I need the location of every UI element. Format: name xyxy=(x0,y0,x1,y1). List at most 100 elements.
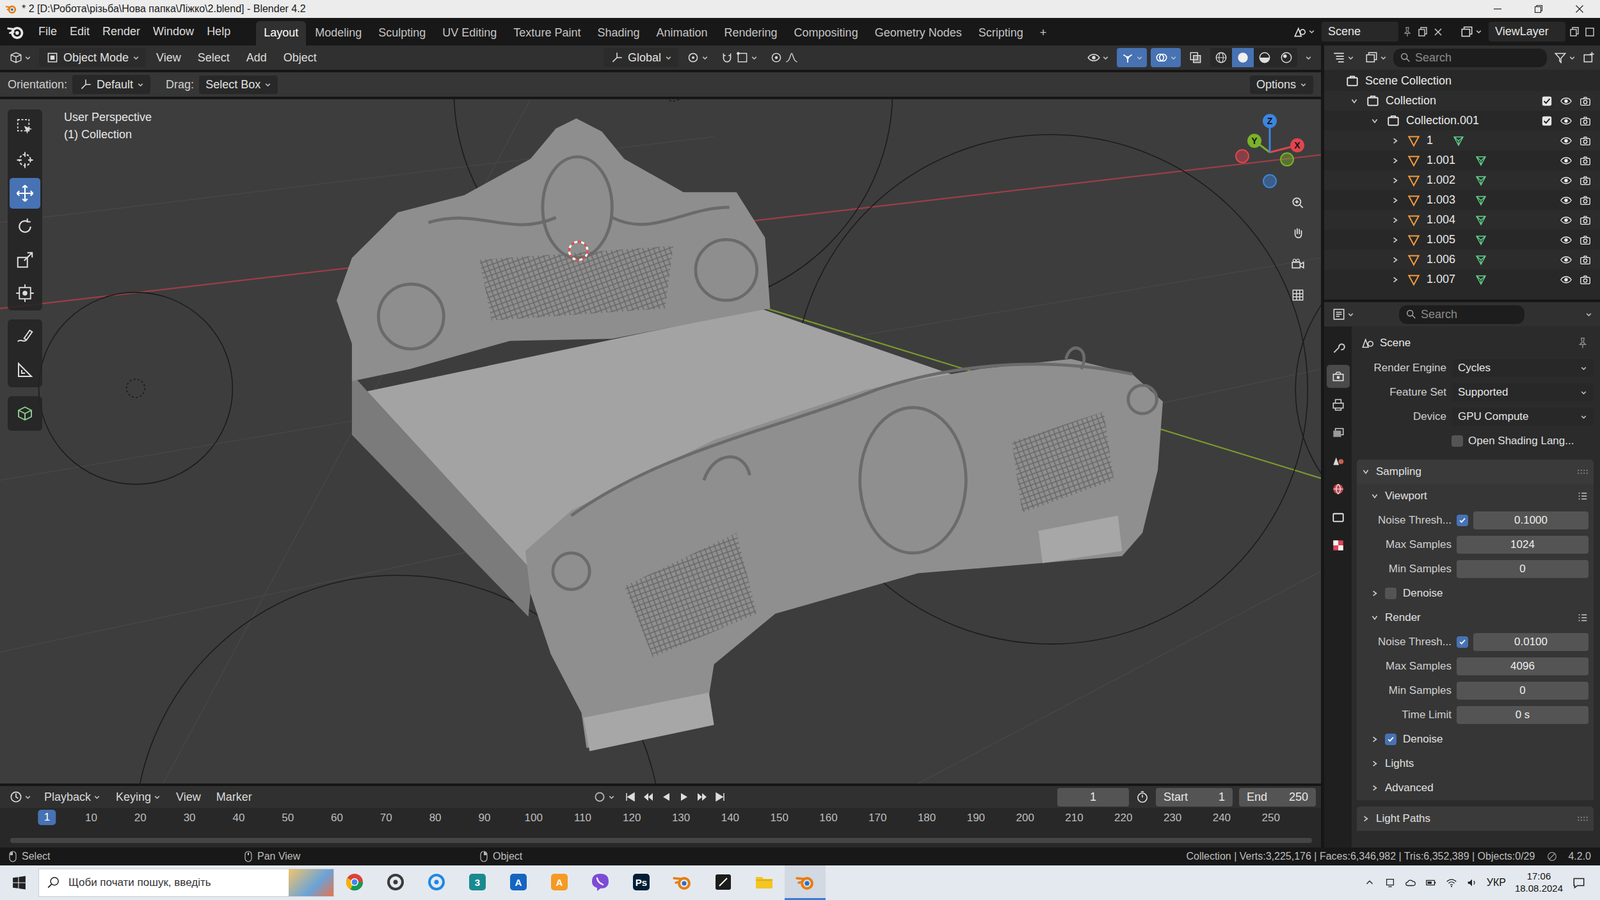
new-collection-icon[interactable] xyxy=(1582,50,1597,65)
number-field[interactable]: 0.0100 xyxy=(1473,632,1589,651)
property-dropdown[interactable]: GPU Compute xyxy=(1451,407,1594,426)
expand-arrow-icon[interactable] xyxy=(1391,136,1400,145)
render-camera-icon[interactable] xyxy=(1579,214,1592,226)
properties-search-field[interactable]: Search xyxy=(1399,305,1525,324)
subpanel-header[interactable]: Denoise xyxy=(1361,727,1589,752)
taskbar-app[interactable] xyxy=(334,865,376,900)
mesh-data-icon[interactable] xyxy=(1452,134,1465,148)
checkbox[interactable] xyxy=(1384,733,1397,745)
number-field[interactable]: 0.1000 xyxy=(1473,511,1589,530)
timeline-scrollbar[interactable] xyxy=(10,837,1312,843)
taskbar-app[interactable]: A xyxy=(538,865,580,900)
workspace-tab[interactable]: Sculpting xyxy=(370,21,434,46)
zoom-button[interactable] xyxy=(1283,188,1312,217)
tool-button[interactable] xyxy=(9,398,41,429)
wifi-icon[interactable] xyxy=(1445,876,1458,889)
current-frame-field[interactable]: 1 xyxy=(1057,787,1129,807)
scene-name-field[interactable]: Scene xyxy=(1321,21,1399,42)
render-camera-icon[interactable] xyxy=(1579,154,1592,167)
mesh-data-icon[interactable] xyxy=(1474,193,1488,207)
properties-tab[interactable] xyxy=(1326,477,1350,501)
presets-list-icon[interactable] xyxy=(1576,490,1589,502)
cloud-icon[interactable] xyxy=(1404,876,1417,889)
taskbar-app[interactable]: A xyxy=(497,865,539,900)
expand-arrow-icon[interactable] xyxy=(1370,117,1379,125)
taskbar-app[interactable] xyxy=(702,865,744,900)
expand-arrow-icon[interactable] xyxy=(1391,275,1400,284)
workspace-tab[interactable]: Layout xyxy=(256,21,306,46)
tool-button[interactable] xyxy=(9,244,41,276)
close-button[interactable] xyxy=(1559,0,1600,18)
transform-orientation-dropdown[interactable]: Global xyxy=(603,48,679,68)
chevron-up-icon[interactable] xyxy=(1363,876,1376,889)
expand-arrow-icon[interactable] xyxy=(1391,216,1400,224)
options-dropdown[interactable]: Options xyxy=(1249,75,1314,95)
tool-button[interactable] xyxy=(9,177,41,209)
blender-logo-icon[interactable] xyxy=(6,23,25,41)
exclude-checkbox-icon[interactable] xyxy=(1541,95,1553,107)
properties-tab[interactable] xyxy=(1326,505,1350,529)
checkbox[interactable] xyxy=(1451,435,1464,447)
properties-tab[interactable] xyxy=(1326,364,1350,388)
viewport-menu-item[interactable]: Object xyxy=(277,48,324,68)
mesh-data-icon[interactable] xyxy=(1474,253,1488,267)
viewport-toggle[interactable] xyxy=(1150,48,1181,68)
number-field[interactable]: 1024 xyxy=(1456,535,1589,554)
scene-browse-button[interactable] xyxy=(1288,22,1320,42)
notifications-icon[interactable] xyxy=(1571,875,1586,890)
playhead-frame[interactable]: 1 xyxy=(38,809,56,825)
viewport-toggle[interactable] xyxy=(1082,48,1113,68)
eye-icon[interactable] xyxy=(1560,194,1572,207)
properties-tab[interactable] xyxy=(1326,533,1350,557)
battery-icon[interactable] xyxy=(1425,876,1437,889)
tool-button[interactable] xyxy=(9,144,41,176)
workspace-tab[interactable]: Compositing xyxy=(786,21,866,46)
viewport-menu-item[interactable]: View xyxy=(149,48,188,68)
proportional-edit-button[interactable] xyxy=(765,48,803,68)
end-frame-field[interactable]: End250 xyxy=(1239,787,1316,807)
drag-dropdown[interactable]: Select Box xyxy=(199,75,278,95)
navigation-gizmo[interactable]: XYZ xyxy=(1224,107,1315,198)
viewport-menu-item[interactable]: Select xyxy=(191,48,237,68)
properties-tab[interactable] xyxy=(1326,421,1350,445)
unlink-icon[interactable] xyxy=(1583,25,1597,39)
panel-header[interactable]: Sampling xyxy=(1361,459,1589,484)
search-highlight-image[interactable] xyxy=(288,869,334,896)
bed-model[interactable] xyxy=(336,118,1163,751)
pin-icon[interactable] xyxy=(1575,336,1590,351)
property-dropdown[interactable]: Cycles xyxy=(1451,359,1594,377)
render-camera-icon[interactable] xyxy=(1579,115,1592,127)
perspective-toggle-button[interactable] xyxy=(1283,280,1312,310)
duplicate-icon[interactable] xyxy=(1416,25,1430,39)
outliner-row[interactable]: 1.006 xyxy=(1324,249,1600,270)
eye-icon[interactable] xyxy=(1560,95,1572,107)
checkbox[interactable] xyxy=(1456,514,1469,527)
view-layer-browse-button[interactable] xyxy=(1456,22,1487,42)
editor-type-button[interactable] xyxy=(1328,48,1359,68)
duplicate-icon[interactable] xyxy=(1568,25,1581,39)
outliner-row[interactable]: 1.002 xyxy=(1324,170,1600,191)
timeline-menu-item[interactable]: Marker xyxy=(209,788,259,806)
prev-keyframe-icon[interactable] xyxy=(641,790,655,804)
drag-handle-icon[interactable] xyxy=(1576,467,1589,476)
taskbar-app[interactable] xyxy=(416,865,457,900)
start-frame-field[interactable]: Start1 xyxy=(1155,787,1233,807)
viewport-menu-item[interactable]: Add xyxy=(240,48,274,68)
tool-button[interactable] xyxy=(9,321,41,352)
clock[interactable]: 17:0618.08.2024 xyxy=(1514,870,1563,895)
play-reverse-icon[interactable] xyxy=(659,790,673,804)
shading-options-button[interactable] xyxy=(1301,51,1316,64)
timeline-menu-item[interactable]: View xyxy=(169,788,208,806)
expand-arrow-icon[interactable] xyxy=(1391,156,1400,165)
menu-item[interactable]: Help xyxy=(200,21,237,42)
editor-type-button[interactable] xyxy=(5,48,36,68)
timeline-menu-item[interactable]: Playback xyxy=(37,788,107,806)
taskbar-app[interactable] xyxy=(579,865,621,900)
view-layer-name-field[interactable]: ViewLayer xyxy=(1488,21,1566,42)
drag-handle-icon[interactable] xyxy=(1576,814,1589,823)
expand-arrow-icon[interactable] xyxy=(1391,236,1400,244)
tool-button[interactable] xyxy=(9,354,41,386)
checkbox[interactable] xyxy=(1384,587,1397,600)
taskbar-app[interactable]: 3 xyxy=(456,865,498,900)
checkbox[interactable] xyxy=(1456,636,1469,648)
